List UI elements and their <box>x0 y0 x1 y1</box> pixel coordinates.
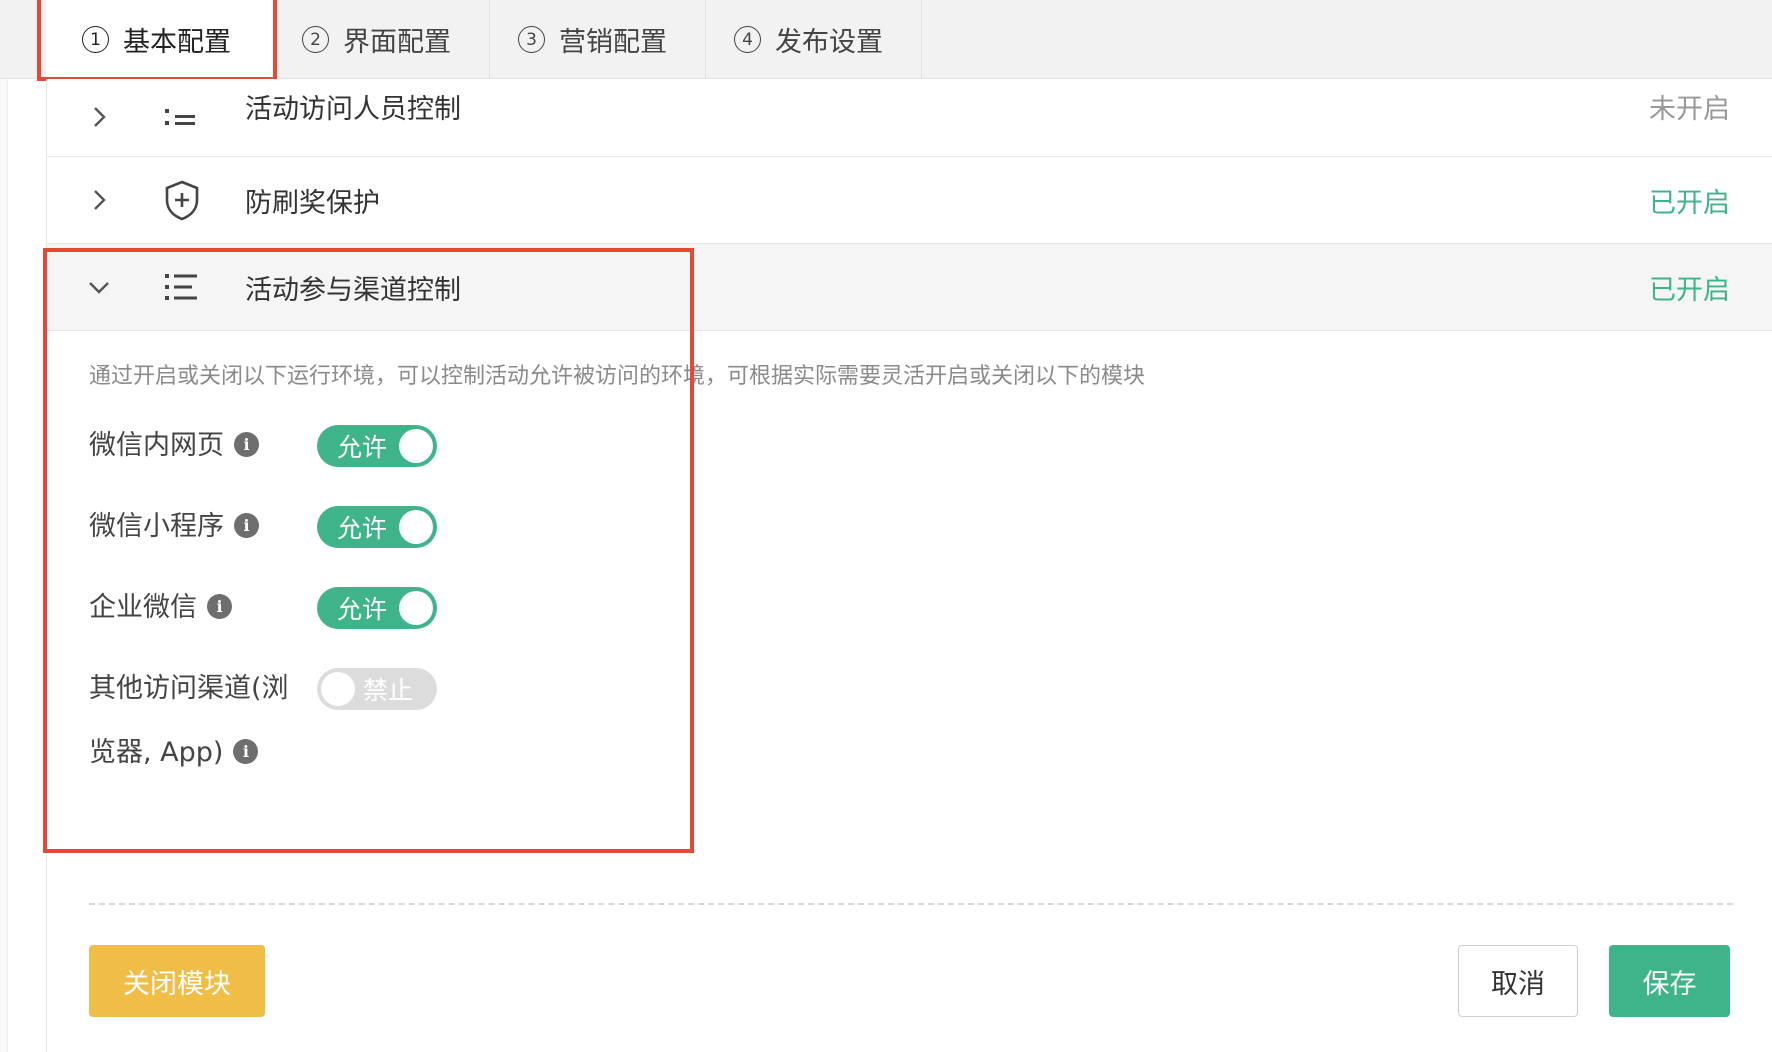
save-button[interactable]: 保存 <box>1609 945 1730 1017</box>
step-number-3: 3 <box>518 26 545 53</box>
setting-label-text: 微信小程序 <box>89 511 224 542</box>
config-panel: 活动访问人员控制 未开启 防刷奖保护 已开启 活动参与渠道控制 已开启 通过开启… <box>46 79 1772 1052</box>
info-icon[interactable]: i <box>233 739 259 764</box>
row-title: 防刷奖保护 <box>245 187 380 219</box>
step-number-2: 2 <box>302 26 329 53</box>
tab-label: 发布设置 <box>775 27 883 58</box>
toggle-knob <box>321 672 355 706</box>
shield-plus-icon <box>165 180 199 221</box>
close-module-button[interactable]: 关闭模块 <box>89 945 265 1017</box>
chevron-right-icon <box>94 190 106 210</box>
toggle-label: 禁止 <box>363 676 414 705</box>
collapse-row-anti-fraud[interactable]: 防刷奖保护 已开启 <box>47 157 1772 244</box>
tab-label: 基本配置 <box>123 27 231 58</box>
step-number-4: 4 <box>734 26 761 53</box>
toggle-label: 允许 <box>337 595 388 624</box>
tab-label: 营销配置 <box>559 27 667 58</box>
setting-label-other-channels: 其他访问渠道(浏 <box>89 667 289 711</box>
step-tab-bar: 1 基本配置 2 界面配置 3 营销配置 4 发布设置 <box>0 0 1772 79</box>
toggle-knob <box>399 591 433 625</box>
setting-label-text: 企业微信 <box>89 592 197 623</box>
status-label: 已开启 <box>1649 187 1730 219</box>
info-icon[interactable]: i <box>234 513 259 538</box>
status-label: 已开启 <box>1649 274 1730 306</box>
info-icon[interactable]: i <box>234 432 259 457</box>
toggle-knob <box>399 429 433 463</box>
collapse-row-visitor-control[interactable]: 活动访问人员控制 未开启 <box>47 79 1772 157</box>
collapse-row-channel-control[interactable]: 活动参与渠道控制 已开启 <box>47 244 1772 331</box>
chevron-down-icon <box>89 282 109 294</box>
row-title: 活动访问人员控制 <box>245 94 461 125</box>
left-edge <box>0 79 8 1052</box>
dashed-divider <box>89 903 1733 905</box>
step-number-1: 1 <box>82 26 109 53</box>
row-title: 活动参与渠道控制 <box>245 274 461 306</box>
tab-publish-settings[interactable]: 4 发布设置 <box>706 0 922 79</box>
toggle-label: 允许 <box>337 433 388 462</box>
setting-label-text-line1: 其他访问渠道(浏 <box>89 673 289 704</box>
cancel-button[interactable]: 取消 <box>1458 945 1578 1017</box>
toggle-other-channels[interactable]: 禁止 <box>317 668 437 710</box>
toggle-label: 允许 <box>337 514 388 543</box>
list-icon <box>165 109 195 125</box>
tab-interface-config[interactable]: 2 界面配置 <box>274 0 490 79</box>
setting-label-other-channels-line2: 览器, App) i <box>89 731 259 775</box>
chevron-right-icon <box>94 107 106 127</box>
toggle-wechat-miniprogram[interactable]: 允许 <box>317 506 437 548</box>
section-description: 通过开启或关闭以下运行环境，可以控制活动允许被访问的环境，可根据实际需要灵活开启… <box>89 364 1146 389</box>
setting-label-wechat-web: 微信内网页 i <box>89 425 259 467</box>
status-label: 未开启 <box>1649 94 1730 125</box>
toggle-wechat-web[interactable]: 允许 <box>317 425 437 467</box>
tab-marketing-config[interactable]: 3 营销配置 <box>490 0 706 79</box>
setting-label-text-line2: 览器, App) <box>89 737 224 768</box>
tab-basic-config[interactable]: 1 基本配置 <box>46 0 274 79</box>
info-icon[interactable]: i <box>207 594 232 619</box>
setting-label-wecom: 企业微信 i <box>89 587 232 629</box>
list-icon <box>165 274 197 300</box>
toggle-wecom[interactable]: 允许 <box>317 587 437 629</box>
setting-label-text: 微信内网页 <box>89 430 224 461</box>
tab-label: 界面配置 <box>343 27 451 58</box>
setting-label-wechat-miniprogram: 微信小程序 i <box>89 506 259 548</box>
toggle-knob <box>399 510 433 544</box>
